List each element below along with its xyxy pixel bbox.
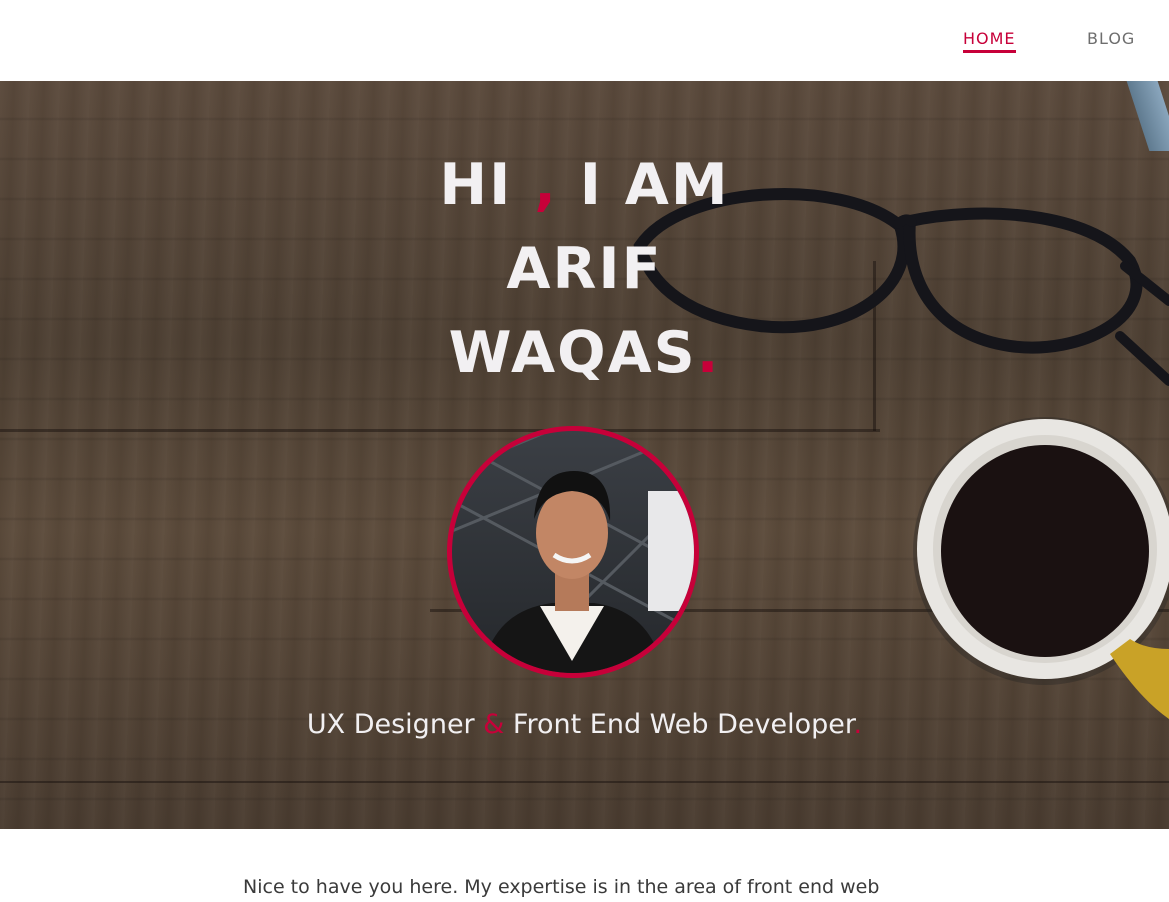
tagline-role-frontend: Front End Web Developer [512,709,854,740]
greeting-text: HI [439,152,513,218]
nav-home-link[interactable]: HOME [963,29,1016,53]
hero-tagline: UX Designer & Front End Web Developer. [0,705,1169,745]
intro-paragraph: Nice to have you here. My expertise is i… [243,876,880,898]
name-period: . [696,320,721,386]
hero-headline: HI , I AM ARIF WAQAS. [0,143,1169,395]
headline-first-name: ARIF [506,236,663,302]
profile-portrait [452,431,694,673]
tagline-period: . [853,709,863,740]
i-am-text: I AM [579,152,730,218]
top-navbar: HOME BLOG [0,0,1169,81]
hero-section: HI , I AM ARIF WAQAS. UX Designer & Fron… [0,81,1169,829]
plank-seam [0,781,1169,783]
coffee-cup-decoration [913,417,1169,719]
nav-blog-link[interactable]: BLOG [1087,29,1135,48]
headline-line-greeting: HI , I AM [0,143,1169,227]
tagline-ampersand: & [483,709,505,740]
headline-last-name-line: WAQAS. [0,311,1169,395]
headline-last-name: WAQAS [448,320,697,386]
profile-avatar [447,426,699,678]
tagline-role-ux: UX Designer [306,709,475,740]
notebook-edge [1126,81,1169,151]
plank-seam [0,429,880,432]
greeting-comma: , [534,152,558,218]
